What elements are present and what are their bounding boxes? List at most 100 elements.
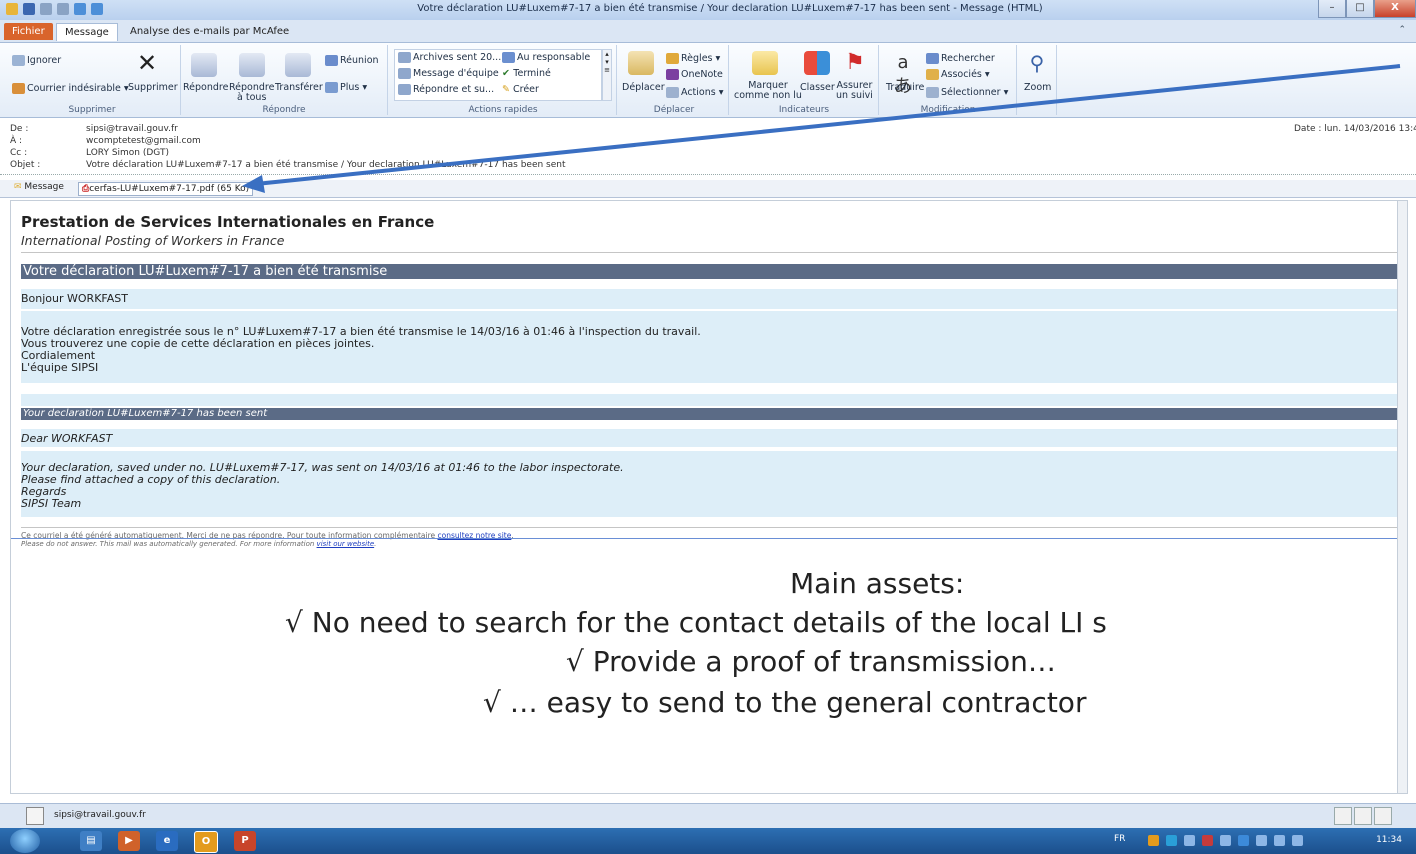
- envelope-icon[interactable]: [752, 51, 778, 75]
- language-indicator[interactable]: FR: [1114, 834, 1125, 844]
- mark-unread-label[interactable]: Marquer comme non lu: [734, 81, 802, 101]
- search-button[interactable]: Rechercher: [926, 53, 995, 64]
- quickstep-done[interactable]: ✔ Terminé: [502, 68, 551, 79]
- status-bar: sipsi@travail.gouv.fr: [0, 803, 1416, 828]
- quickstep-reply-delete[interactable]: Répondre et su...: [398, 84, 494, 95]
- tray-monitor-icon[interactable]: [1274, 835, 1285, 846]
- rules-button[interactable]: Règles ▾: [666, 53, 720, 64]
- message-tab[interactable]: ✉ Message: [14, 182, 64, 192]
- forward-label[interactable]: Transférer: [275, 83, 323, 93]
- quickstep-team-message[interactable]: Message d'équipe: [398, 68, 499, 79]
- vertical-scrollbar[interactable]: [1397, 201, 1407, 793]
- header-divider: [0, 174, 1416, 175]
- related-icon: [926, 69, 939, 80]
- up-arrow-icon[interactable]: [74, 3, 86, 15]
- tab-message[interactable]: Message: [56, 23, 118, 41]
- categorize-icon[interactable]: [804, 51, 830, 75]
- delete-label[interactable]: Supprimer: [128, 83, 178, 93]
- gallery-scroll[interactable]: ▴ ▾ ≡: [602, 49, 612, 101]
- related-button[interactable]: Associés ▾: [926, 69, 990, 80]
- group-label-indicateurs: Indicateurs: [778, 105, 830, 115]
- delete-icon[interactable]: ✕: [134, 51, 160, 75]
- attachment-bar: ✉ Message ⎙cerfas-LU#Luxem#7-17.pdf (65 …: [0, 180, 1416, 198]
- zoom-icon[interactable]: ⚲: [1024, 51, 1050, 75]
- window-title: Votre déclaration LU#Luxem#7-17 a bien é…: [417, 3, 1043, 14]
- minimize-button[interactable]: –: [1318, 0, 1346, 18]
- browser-icon[interactable]: e: [156, 831, 178, 851]
- tray-bluetooth-icon[interactable]: [1238, 835, 1249, 846]
- reply-all-icon[interactable]: [239, 53, 265, 77]
- to-value[interactable]: wcomptetest@gmail.com: [86, 136, 201, 146]
- more-button[interactable]: Plus ▾: [325, 82, 367, 93]
- overlay-border: [11, 538, 1407, 539]
- tray-network-icon[interactable]: [1184, 835, 1195, 846]
- reply-icon[interactable]: [191, 53, 217, 77]
- from-value[interactable]: sipsi@travail.gouv.fr: [86, 124, 178, 134]
- junk-button[interactable]: Courrier indésirable ▾: [12, 83, 129, 94]
- group-deplacer: Déplacer Règles ▾ OneNote Actions ▾ Dépl…: [620, 45, 729, 115]
- en-bar: Your declaration LU#Luxem#7-17 has been …: [21, 408, 1399, 420]
- tray-app-icon[interactable]: [1220, 835, 1231, 846]
- move-icon[interactable]: [628, 51, 654, 75]
- explorer-icon[interactable]: ▤: [80, 831, 102, 851]
- follow-up-label[interactable]: Assurer un suivi: [836, 81, 873, 101]
- window-controls: – □ X: [1318, 0, 1416, 18]
- categorize-label[interactable]: Classer: [800, 83, 835, 93]
- ignore-icon: [12, 55, 25, 66]
- avatar[interactable]: [26, 807, 44, 825]
- meeting-button[interactable]: Réunion: [325, 55, 379, 66]
- down-arrow-icon[interactable]: [91, 3, 103, 15]
- to-label: À :: [10, 136, 23, 146]
- translate-label[interactable]: Traduire: [886, 83, 924, 93]
- redo-icon[interactable]: [57, 3, 69, 15]
- tray-flag-icon[interactable]: [1256, 835, 1267, 846]
- pdf-attachment[interactable]: ⎙cerfas-LU#Luxem#7-17.pdf (65 Ko): [78, 182, 254, 196]
- select-button[interactable]: Sélectionner ▾: [926, 87, 1008, 98]
- team-message-icon: [398, 68, 411, 79]
- footer-en-link[interactable]: visit our website: [317, 540, 375, 548]
- clock[interactable]: 11:34: [1376, 835, 1402, 845]
- en-line: SIPSI Team: [21, 497, 82, 510]
- people-pane-avatar[interactable]: [1334, 807, 1352, 825]
- ignore-button[interactable]: Ignorer: [12, 55, 61, 66]
- undo-icon[interactable]: [40, 3, 52, 15]
- tray-volume-icon[interactable]: [1292, 835, 1303, 846]
- quickstep-manager[interactable]: Au responsable: [502, 52, 590, 63]
- outlook-taskbar-icon[interactable]: O: [194, 831, 218, 853]
- close-button[interactable]: X: [1374, 0, 1416, 18]
- meeting-icon: [325, 55, 338, 66]
- quickstep-create[interactable]: ✎ Créer: [502, 84, 539, 95]
- date-value: lun. 14/03/2016 13:4: [1324, 124, 1416, 134]
- translate-icon[interactable]: aあ: [890, 51, 916, 97]
- save-icon[interactable]: [23, 3, 35, 15]
- media-icon[interactable]: ▶: [118, 831, 140, 851]
- actions-button[interactable]: Actions ▾: [666, 87, 724, 98]
- flag-icon[interactable]: ⚑: [842, 51, 868, 75]
- tray-outlook-icon[interactable]: [1148, 835, 1159, 846]
- onenote-icon: [666, 69, 679, 80]
- quickstep-team-message-label: Message d'équipe: [413, 68, 499, 79]
- group-label-actions-rapides: Actions rapides: [468, 105, 538, 115]
- zoom-label[interactable]: Zoom: [1024, 83, 1051, 93]
- start-button[interactable]: [10, 829, 40, 853]
- quickstep-manager-label: Au responsable: [517, 52, 591, 63]
- tray-sync-icon[interactable]: [1166, 835, 1177, 846]
- tab-file[interactable]: Fichier: [4, 23, 53, 40]
- tray-shield-icon[interactable]: [1202, 835, 1213, 846]
- collapse-ribbon-icon[interactable]: ⌃: [1398, 25, 1406, 35]
- actions-icon: [666, 87, 679, 98]
- powerpoint-icon[interactable]: P: [234, 831, 256, 851]
- ribbon-tabs: Fichier Message Analyse des e-mails par …: [0, 20, 1416, 43]
- forward-icon[interactable]: [285, 53, 311, 77]
- people-pane-avatar[interactable]: [1354, 807, 1372, 825]
- quickstep-archives[interactable]: Archives sent 20...: [398, 52, 501, 63]
- onenote-button[interactable]: OneNote: [666, 69, 723, 80]
- people-pane-avatar[interactable]: [1374, 807, 1392, 825]
- cc-value[interactable]: LORY Simon (DGT): [86, 148, 169, 158]
- reply-label[interactable]: Répondre: [183, 83, 228, 93]
- date-row: Date : lun. 14/03/2016 13:4: [1294, 124, 1416, 134]
- maximize-button[interactable]: □: [1346, 0, 1374, 18]
- tab-mcafee[interactable]: Analyse des e-mails par McAfee: [122, 23, 297, 40]
- move-label[interactable]: Déplacer: [622, 83, 665, 93]
- reply-all-label[interactable]: Répondre à tous: [229, 83, 274, 103]
